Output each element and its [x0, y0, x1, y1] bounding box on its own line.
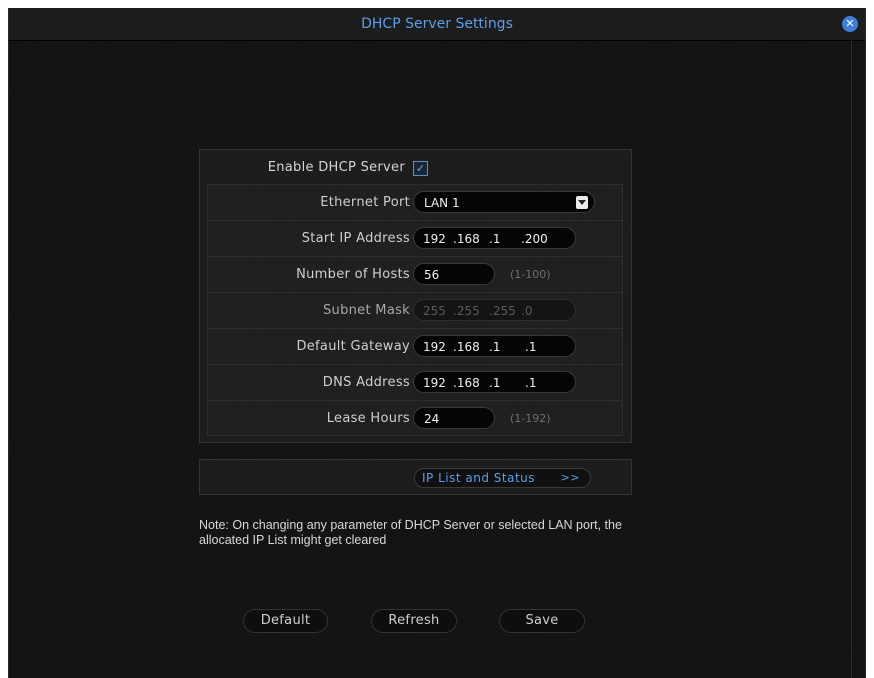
divider	[851, 40, 852, 678]
subnet-mask-input: 255 .255 .255 .0	[413, 299, 576, 321]
subnet-mask-label: Subnet Mask	[323, 303, 410, 318]
ip-list-status-label: IP List and Status	[422, 471, 536, 485]
hosts-range-hint: (1-100)	[510, 268, 551, 281]
ip-list-status-button[interactable]: IP List and Status >>	[414, 468, 591, 488]
default-button[interactable]: Default	[243, 609, 328, 633]
ip-list-bar: IP List and Status >>	[199, 459, 632, 495]
close-icon[interactable]: ✕	[842, 16, 858, 32]
start-ip-label: Start IP Address	[301, 231, 410, 246]
dns-address-label: DNS Address	[322, 375, 410, 390]
row-dns-address: DNS Address 192 .168 .1 .1	[207, 365, 623, 401]
start-ip-octet-3[interactable]: .1	[489, 228, 500, 250]
row-number-of-hosts: Number of Hosts 56 (1-100)	[207, 257, 623, 293]
default-gateway-input[interactable]: 192 .168 .1 .1	[413, 335, 576, 357]
subnet-octet-3: .255	[489, 304, 516, 318]
lease-hours-label: Lease Hours	[326, 411, 410, 426]
gateway-octet-3[interactable]: .1	[489, 336, 500, 358]
double-chevron-right-icon: >>	[560, 471, 580, 484]
save-button[interactable]: Save	[499, 609, 585, 633]
subnet-octet-2: .255	[453, 304, 480, 318]
start-ip-octet-2[interactable]: .168	[453, 228, 480, 250]
row-start-ip: Start IP Address 192 .168 .1 .200	[207, 221, 623, 257]
dhcp-settings-panel: Enable DHCP Server ✓ Ethernet Port LAN 1…	[199, 149, 632, 443]
refresh-button[interactable]: Refresh	[371, 609, 457, 633]
subnet-octet-4: .0	[521, 304, 533, 318]
start-ip-octet-1[interactable]: 192	[423, 228, 446, 250]
gateway-octet-2[interactable]: .168	[453, 336, 480, 358]
title-bar: DHCP Server Settings ✕	[9, 8, 865, 41]
dns-octet-2[interactable]: .168	[453, 372, 480, 394]
ethernet-port-label: Ethernet Port	[320, 195, 410, 210]
lease-hours-input[interactable]: 24	[413, 407, 495, 429]
dns-octet-4[interactable]: .1	[525, 372, 536, 394]
dns-address-input[interactable]: 192 .168 .1 .1	[413, 371, 576, 393]
start-ip-input[interactable]: 192 .168 .1 .200	[413, 227, 576, 249]
number-of-hosts-label: Number of Hosts	[296, 267, 410, 282]
row-default-gateway: Default Gateway 192 .168 .1 .1	[207, 329, 623, 365]
note-text: Note: On changing any parameter of DHCP …	[199, 518, 622, 547]
default-gateway-label: Default Gateway	[296, 339, 410, 354]
settings-rows: Ethernet Port LAN 1 Start IP Address 192…	[207, 184, 623, 436]
gateway-octet-4[interactable]: .1	[525, 336, 536, 358]
start-ip-octet-4[interactable]: .200	[521, 228, 548, 250]
dns-octet-1[interactable]: 192	[423, 372, 446, 394]
ethernet-port-value: LAN 1	[424, 196, 460, 210]
number-of-hosts-input[interactable]: 56	[413, 263, 495, 285]
row-ethernet-port: Ethernet Port LAN 1	[207, 185, 623, 221]
enable-dhcp-label: Enable DHCP Server	[267, 160, 405, 175]
chevron-down-icon[interactable]	[576, 196, 588, 209]
row-lease-hours: Lease Hours 24 (1-192)	[207, 401, 623, 436]
row-subnet-mask: Subnet Mask 255 .255 .255 .0	[207, 293, 623, 329]
gateway-octet-1[interactable]: 192	[423, 336, 446, 358]
enable-dhcp-checkbox[interactable]: ✓	[413, 161, 428, 176]
subnet-octet-1: 255	[423, 304, 446, 318]
dns-octet-3[interactable]: .1	[489, 372, 500, 394]
dhcp-settings-window: DHCP Server Settings ✕ Enable DHCP Serve…	[8, 8, 866, 678]
lease-range-hint: (1-192)	[510, 412, 551, 425]
window-title: DHCP Server Settings	[361, 16, 513, 32]
ethernet-port-select[interactable]: LAN 1	[413, 191, 595, 213]
